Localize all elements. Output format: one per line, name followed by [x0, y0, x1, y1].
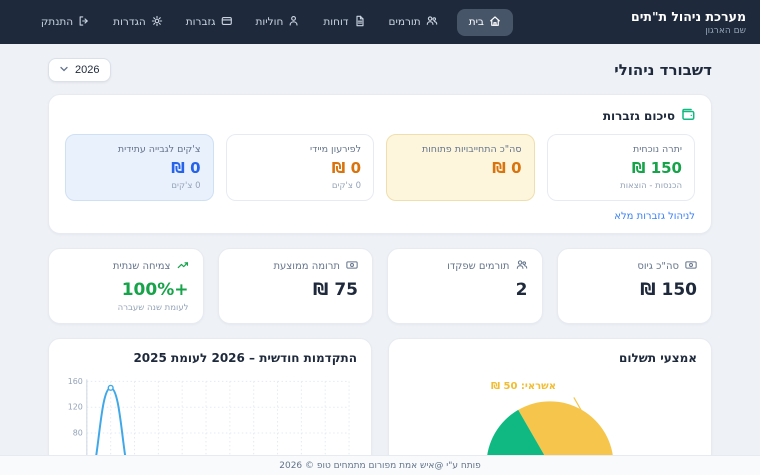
commitments-value: 0 ₪ [492, 159, 522, 177]
logout-icon [78, 15, 90, 30]
treasury-full-link[interactable]: לניהול גזברות מלא [614, 211, 695, 222]
nav-label: בית [468, 16, 485, 28]
donors-count-value: 2 [515, 280, 528, 300]
banknote-icon [346, 259, 358, 274]
footer-credit: פותח ע"י @איש אמת מפורום מתמחים טופ © 20… [279, 460, 481, 471]
immediate-due-card: לפירעון מיידי 0 ₪ 0 צ'קים [225, 134, 374, 201]
immediate-due-label: לפירעון מיידי [310, 144, 361, 155]
annual-growth-header: צמיחה שנתית [63, 259, 189, 274]
pie-slice-label: אשראי: 50 ₪ [491, 381, 557, 392]
balance-card: יתרה נוכחית 150 ₪ הכנסות - הוצאות [546, 134, 695, 201]
stats-row: סה"כ גיוס 150 ₪ תורמים שפקדו 2 תרומה ממו… [48, 248, 712, 324]
nav-item-reports[interactable]: דוחות [319, 9, 369, 36]
wallet-icon [221, 15, 233, 30]
balance-label: יתרה נוכחית [633, 144, 682, 155]
avg-donation-header: תרומה ממוצעת [233, 259, 359, 274]
avg-donation-card: תרומה ממוצעת 75 ₪ [217, 248, 373, 324]
svg-text:160: 160 [68, 377, 83, 386]
svg-text:80: 80 [73, 429, 83, 438]
annual-growth-subtitle: לעומת שנה שעברה [117, 303, 189, 313]
page-footer: פותח ע"י @איש אמת מפורום מתמחים טופ © 20… [0, 455, 760, 475]
annual-growth-card: צמיחה שנתית +100% לעומת שנה שעברה [48, 248, 204, 324]
treasury-summary-title: סיכום גזברות [602, 108, 675, 123]
annual-growth-value: +100% [121, 280, 189, 300]
balance-subtitle: הכנסות - הוצאות [620, 181, 682, 191]
users-icon [516, 259, 528, 274]
avg-donation-label: תרומה ממוצעת [273, 261, 340, 272]
donors-count-label: תורמים שפקדו [447, 261, 510, 272]
open-commitments-card: סה"כ התחייבויות פתוחות 0 ₪ [386, 134, 535, 201]
nav-label: הגדרות [113, 16, 146, 28]
nav-item-logout[interactable]: התנתק [37, 9, 94, 36]
nav-label: התנתק [40, 16, 74, 28]
trending-up-icon [177, 259, 189, 274]
nav-label: גזברות [185, 16, 216, 28]
top-navbar: מערכת ניהול ת"תים שם הארגון בית תורמים ד… [0, 0, 760, 44]
monthly-progress-title: התקדמות חודשית – 2026 לעומת 2025 [133, 351, 357, 365]
immediate-due-value: 0 ₪ [331, 159, 361, 177]
future-checks-value: 0 ₪ [171, 159, 201, 177]
year-select[interactable]: 2026 [48, 58, 112, 82]
banknote-icon [685, 259, 697, 274]
page-title: דשבורד ניהולי [614, 61, 712, 79]
gear-icon [151, 15, 163, 30]
balance-value: 150 ₪ [631, 159, 682, 177]
treasury-summary-header: סיכום גזברות [65, 107, 695, 124]
nav-label: דוחות [323, 16, 349, 28]
immediate-due-subtitle: 0 צ'קים [331, 181, 361, 191]
future-checks-label: צ'קים לגבייה עתידית [117, 144, 201, 155]
commitments-label: סה"כ התחייבויות פתוחות [421, 144, 522, 155]
donors-count-header: תורמים שפקדו [402, 259, 528, 274]
avg-donation-value: 75 ₪ [313, 280, 358, 300]
payment-methods-title: אמצעי תשלום [619, 351, 697, 365]
app-title: מערכת ניהול ת"תים [631, 8, 746, 24]
file-text-icon [354, 15, 366, 30]
wallet-icon [681, 107, 695, 124]
page-header: דשבורד ניהולי 2026 [48, 58, 712, 82]
nav-item-donors[interactable]: תורמים [385, 9, 442, 36]
donors-count-card: תורמים שפקדו 2 [387, 248, 543, 324]
total-raised-label: סה"כ גיוס [637, 261, 679, 272]
chevron-down-icon [60, 64, 68, 76]
total-raised-card: סה"כ גיוס 150 ₪ [556, 248, 712, 324]
treasury-summary-card: סיכום גזברות יתרה נוכחית 150 ₪ הכנסות - … [48, 94, 712, 234]
nav-label: תורמים [388, 16, 421, 28]
future-checks-card: צ'קים לגבייה עתידית 0 ₪ 0 צ'קים [65, 134, 214, 201]
nav-item-squads[interactable]: חוליות [252, 9, 305, 36]
treasury-cards: יתרה נוכחית 150 ₪ הכנסות - הוצאות סה"כ ה… [65, 134, 695, 201]
total-raised-value: 150 ₪ [640, 280, 697, 300]
nav-item-home[interactable]: בית [456, 8, 514, 36]
org-name: שם הארגון [705, 25, 746, 36]
main-nav: בית תורמים דוחות חוליות גזברות הגדרות הת… [37, 8, 514, 36]
user-icon [288, 15, 300, 30]
year-select-value: 2026 [75, 64, 100, 76]
nav-item-settings[interactable]: הגדרות [109, 9, 167, 36]
dashboard-page: דשבורד ניהולי 2026 סיכום גזברות יתרה נוכ… [0, 44, 760, 475]
users-icon [426, 15, 438, 30]
annual-growth-label: צמיחה שנתית [112, 261, 171, 272]
home-icon [489, 15, 501, 30]
future-checks-subtitle: 0 צ'קים [171, 181, 201, 191]
app-brand: מערכת ניהול ת"תים שם הארגון [631, 9, 746, 36]
nav-label: חוליות [255, 16, 284, 28]
total-raised-header: סה"כ גיוס [572, 259, 698, 274]
svg-text:120: 120 [68, 403, 83, 412]
nav-item-treasury[interactable]: גזברות [182, 9, 237, 36]
